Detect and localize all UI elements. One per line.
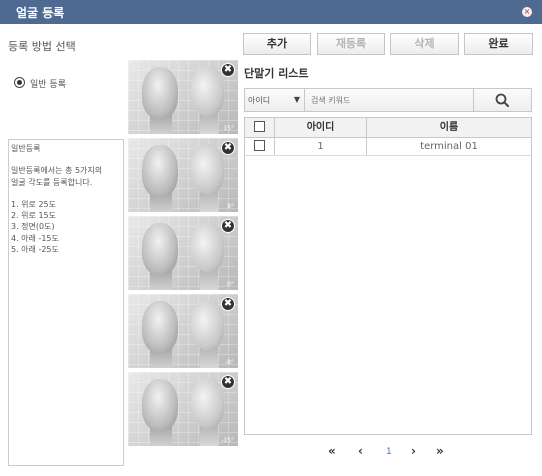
delete-button[interactable]: 삭제	[390, 33, 459, 55]
header-id[interactable]: 아이디	[275, 118, 367, 137]
head-front-image	[142, 67, 178, 119]
window-title: 얼굴 등록	[16, 6, 65, 20]
face-thumbnail[interactable]: -8° ✖	[128, 294, 238, 368]
angle-label: -15°	[221, 437, 234, 444]
header-checkbox-cell	[245, 118, 275, 137]
pagination: « ‹ 1 › »	[244, 442, 532, 462]
head-side-image	[190, 378, 224, 428]
search-button[interactable]	[473, 89, 531, 111]
search-field-select[interactable]: 아이디 ▼	[245, 89, 305, 111]
method-label: 등록 방법 선택	[8, 40, 76, 53]
angle-label: 15°	[223, 125, 234, 132]
reregister-button[interactable]: 재등록	[317, 33, 385, 55]
header-name[interactable]: 이름	[367, 118, 531, 137]
table-row[interactable]: 1 terminal 01	[245, 138, 531, 156]
face-thumbnail[interactable]: 0° ✖	[128, 216, 238, 290]
face-thumbnail[interactable]: 8° ✖	[128, 138, 238, 212]
angle-label: 0°	[227, 281, 234, 288]
radio-normal-registration[interactable]	[14, 77, 25, 88]
search-field-value: 아이디	[248, 96, 271, 105]
face-thumbnail[interactable]: -15° ✖	[128, 372, 238, 446]
row-id: 1	[275, 138, 367, 155]
select-all-checkbox[interactable]	[254, 120, 265, 132]
description-panel: 일반등록 일반등록에서는 총 5가지의 얼굴 각도를 등록합니다. 1. 위로 …	[8, 139, 124, 466]
remove-icon[interactable]: ✖	[221, 297, 235, 311]
radio-label[interactable]: 일반 등록	[30, 77, 66, 90]
close-icon[interactable]: ×	[522, 7, 532, 17]
head-side-image	[190, 144, 224, 194]
add-button[interactable]: 추가	[243, 33, 311, 55]
first-page-button[interactable]: «	[328, 444, 336, 458]
head-side-image	[190, 222, 224, 272]
face-thumbnail[interactable]: 15° ✖	[128, 60, 238, 134]
remove-icon[interactable]: ✖	[221, 375, 235, 389]
chevron-down-icon: ▼	[293, 95, 300, 104]
search-input[interactable]	[305, 89, 473, 111]
remove-icon[interactable]: ✖	[221, 219, 235, 233]
terminal-list-title: 단말기 리스트	[244, 67, 309, 80]
done-button[interactable]: 완료	[464, 33, 533, 55]
head-side-image	[190, 300, 224, 350]
last-page-button[interactable]: »	[436, 444, 444, 458]
head-front-image	[142, 301, 178, 353]
row-name: terminal 01	[420, 141, 478, 152]
row-checkbox[interactable]	[254, 139, 265, 151]
angle-label: -8°	[225, 359, 234, 366]
prev-page-button[interactable]: ‹	[358, 444, 363, 458]
head-front-image	[142, 223, 178, 275]
search-icon	[495, 93, 509, 107]
table-header: 아이디 이름	[245, 118, 531, 138]
remove-icon[interactable]: ✖	[221, 141, 235, 155]
page-number[interactable]: 1	[386, 447, 392, 457]
head-front-image	[142, 379, 178, 431]
title-bar: 얼굴 등록 ×	[0, 0, 542, 24]
angle-label: 8°	[227, 203, 234, 210]
remove-icon[interactable]: ✖	[221, 63, 235, 77]
terminal-table: 아이디 이름 1 terminal 01	[244, 117, 532, 435]
head-side-image	[190, 66, 224, 116]
row-checkbox-cell	[245, 138, 275, 155]
search-bar: 아이디 ▼	[244, 88, 532, 112]
next-page-button[interactable]: ›	[411, 444, 416, 458]
head-front-image	[142, 145, 178, 197]
